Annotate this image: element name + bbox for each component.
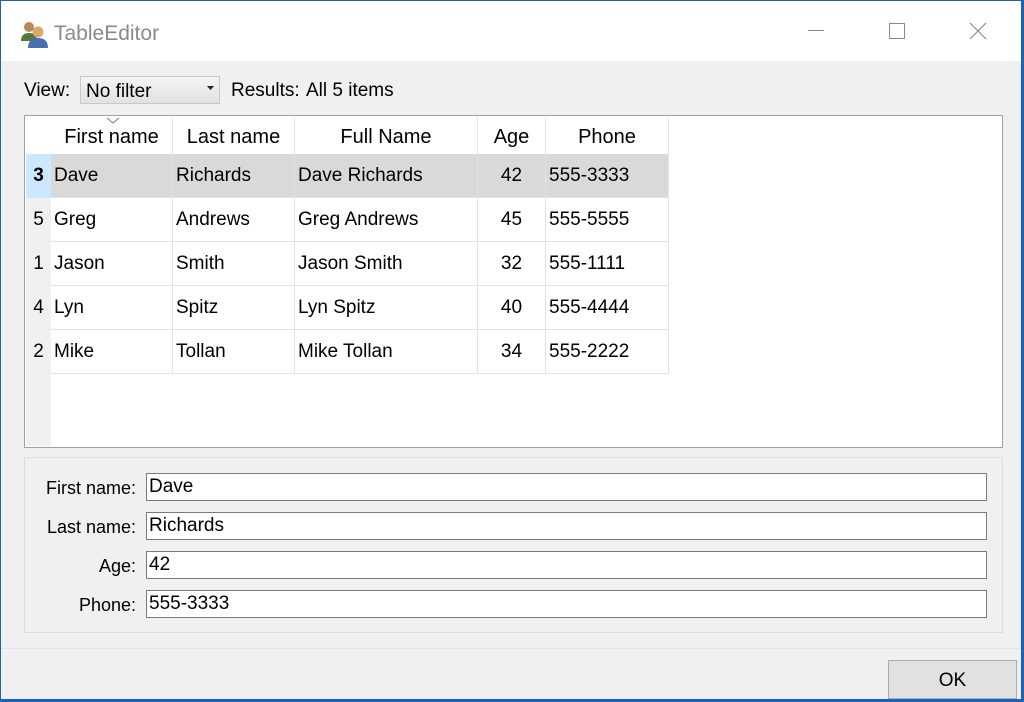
cell-first-name[interactable]: Mike [51,330,173,374]
row-number[interactable]: 5 [26,198,51,242]
first-name-label: First name: [45,478,136,498]
records-table[interactable]: First name Last name Full Name Age Phone… [24,115,1003,448]
phone-field[interactable] [146,590,987,618]
maximize-icon [889,23,905,39]
cell-first-name[interactable]: Jason [51,242,173,286]
title-bar[interactable]: TableEditor [1,1,1021,61]
age-field[interactable] [146,551,987,579]
cell-first-name[interactable]: Lyn [51,286,173,330]
table-row[interactable]: 4 Lyn Spitz Lyn Spitz 40 555-4444 [26,286,669,330]
table-row[interactable]: 3 Dave Richards Dave Richards 42 555-333… [26,154,669,198]
results-count: All 5 items [306,80,394,101]
cell-age[interactable]: 32 [478,242,546,286]
cell-last-name[interactable]: Tollan [173,330,295,374]
cell-phone[interactable]: 555-5555 [546,198,669,242]
sort-ascending-icon [106,117,120,124]
row-number[interactable]: 1 [26,242,51,286]
cell-first-name[interactable]: Greg [51,198,173,242]
cell-last-name[interactable]: Smith [173,242,295,286]
cell-full-name[interactable]: Lyn Spitz [295,286,478,330]
row-number[interactable]: 3 [26,154,51,198]
cell-first-name[interactable]: Dave [51,154,173,198]
row-number[interactable]: 2 [26,330,51,374]
cell-full-name[interactable]: Greg Andrews [295,198,478,242]
footer-divider [1,648,1021,649]
table-editor-window: TableEditor View: No filter Results: All… [1,1,1021,699]
cell-full-name[interactable]: Dave Richards [295,154,478,198]
cell-age[interactable]: 34 [478,330,546,374]
cell-last-name[interactable]: Spitz [173,286,295,330]
first-name-field[interactable] [146,473,987,501]
cell-phone[interactable]: 555-4444 [546,286,669,330]
chevron-down-icon [207,86,214,90]
table-row[interactable]: 1 Jason Smith Jason Smith 32 555-1111 [26,242,669,286]
minimize-button[interactable] [776,1,856,61]
close-icon [969,22,987,40]
cell-phone[interactable]: 555-1111 [546,242,669,286]
view-filter-value: No filter [86,81,152,102]
ok-button[interactable]: OK [888,660,1017,699]
window-title: TableEditor [54,22,160,45]
last-name-label: Last name: [46,517,136,537]
results-label: Results: [231,80,300,101]
column-header-age[interactable]: Age [478,117,546,154]
row-number[interactable]: 4 [26,286,51,330]
column-header-phone[interactable]: Phone [546,117,669,154]
cell-age[interactable]: 45 [478,198,546,242]
cell-last-name[interactable]: Richards [173,154,295,198]
users-icon [21,22,48,48]
age-label: Age: [98,556,136,576]
minimize-icon [808,30,824,31]
maximize-button[interactable] [857,1,937,61]
view-label: View: [24,80,71,101]
cell-full-name[interactable]: Mike Tollan [295,330,478,374]
cell-age[interactable]: 42 [478,154,546,198]
column-header-full-name[interactable]: Full Name [295,117,478,154]
table-row[interactable]: 5 Greg Andrews Greg Andrews 45 555-5555 [26,198,669,242]
cell-full-name[interactable]: Jason Smith [295,242,478,286]
view-filter-select[interactable]: No filter [80,76,220,104]
cell-last-name[interactable]: Andrews [173,198,295,242]
close-button[interactable] [938,1,1018,61]
phone-label: Phone: [78,595,136,615]
column-header-last-name[interactable]: Last name [173,117,295,154]
cell-age[interactable]: 40 [478,286,546,330]
last-name-field[interactable] [146,512,987,540]
detail-form: First name: Last name: Age: Phone: [24,457,1003,633]
cell-phone[interactable]: 555-2222 [546,330,669,374]
cell-phone[interactable]: 555-3333 [546,154,669,198]
table-row[interactable]: 2 Mike Tollan Mike Tollan 34 555-2222 [26,330,669,374]
